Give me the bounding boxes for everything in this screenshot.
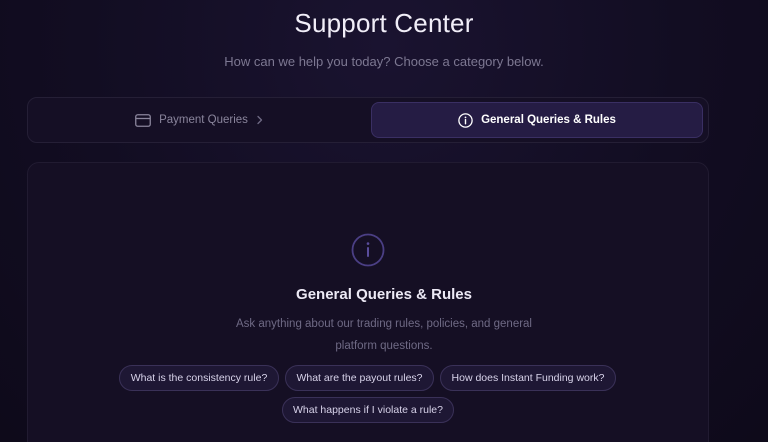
panel-description: Ask anything about our trading rules, po…	[236, 318, 532, 352]
info-icon	[458, 112, 473, 128]
page-subtitle: How can we help you today? Choose a cate…	[224, 54, 544, 69]
tab-payment-queries[interactable]: Payment Queries	[32, 102, 367, 138]
support-center-page: Support Center How can we help you today…	[0, 0, 768, 442]
suggestion-chip[interactable]: How does Instant Funding work?	[440, 365, 616, 391]
panel-title: General Queries & Rules	[296, 286, 472, 303]
suggestion-chip[interactable]: What is the consistency rule?	[119, 365, 279, 391]
tab-payment-label: Payment Queries	[159, 114, 248, 126]
chevron-right-icon	[256, 115, 264, 125]
tab-general-queries[interactable]: General Queries & Rules	[371, 102, 703, 138]
page-title: Support Center	[294, 8, 474, 38]
suggestion-chip[interactable]: What happens if I violate a rule?	[282, 397, 454, 423]
credit-card-icon	[135, 113, 151, 127]
suggestion-chip[interactable]: What are the payout rules?	[285, 365, 434, 391]
tab-general-label: General Queries & Rules	[481, 114, 616, 126]
info-icon	[351, 233, 385, 267]
category-tabs: Payment Queries General Queries & Rules	[27, 97, 709, 143]
